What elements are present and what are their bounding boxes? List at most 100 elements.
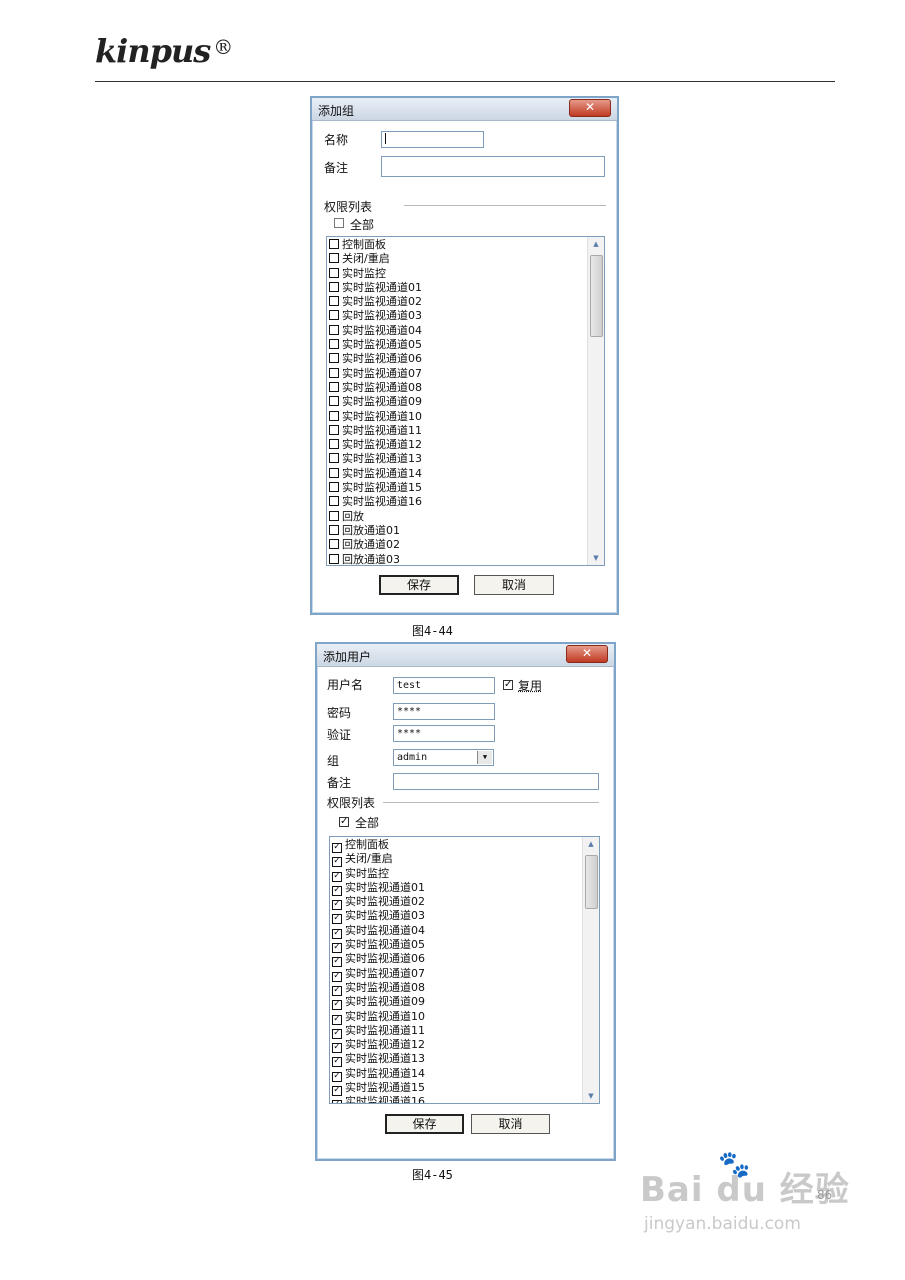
close-button[interactable]: ✕ — [566, 645, 608, 663]
permission-item[interactable]: ✓ 关闭/重启 — [332, 852, 581, 868]
note-input[interactable] — [381, 156, 605, 177]
scroll-down-icon[interactable]: ▼ — [583, 1089, 599, 1103]
permission-item[interactable]: 回放通道03 — [329, 553, 586, 565]
checkbox-icon[interactable] — [329, 239, 339, 249]
permission-item[interactable]: 实时监视通道05 — [329, 338, 586, 352]
permission-item[interactable]: ✓ 实时监视通道06 — [332, 952, 581, 968]
scroll-thumb[interactable] — [590, 255, 603, 337]
checkbox-icon[interactable] — [329, 267, 339, 278]
permission-list[interactable]: 控制面板 关闭/重启 实时监控 实时监视通道01 实时监视通道02 实时监视通道03 实时监… — [326, 236, 605, 566]
checkbox-icon[interactable] — [329, 467, 339, 478]
cancel-button[interactable]: 取消 — [471, 1114, 550, 1134]
checkbox-icon[interactable] — [329, 396, 339, 407]
checkbox-icon[interactable] — [329, 482, 339, 493]
permission-item[interactable]: ✓ 实时监视通道10 — [332, 1010, 581, 1025]
checkbox-icon[interactable] — [329, 510, 339, 521]
permission-item[interactable]: ✓ 实时监视通道12 — [332, 1038, 581, 1054]
permission-item[interactable]: ✓ 实时监视通道11 — [332, 1024, 581, 1039]
permission-item[interactable]: 实时监视通道15 — [329, 481, 586, 495]
permission-item[interactable]: 实时监视通道03 — [329, 309, 586, 323]
permission-item[interactable]: ✓ 实时监控 — [332, 867, 581, 882]
permission-item[interactable]: 实时监视通道14 — [329, 467, 586, 481]
permission-item[interactable]: ✓ 实时监视通道13 — [332, 1052, 581, 1068]
checkbox-icon[interactable] — [329, 553, 339, 564]
checkbox-icon[interactable] — [329, 539, 339, 550]
separator-line — [383, 802, 599, 804]
permission-item[interactable]: ✓ 实时监视通道05 — [332, 938, 581, 954]
permission-item[interactable]: ✓ 实时监视通道09 — [332, 995, 581, 1011]
permission-item[interactable]: 控制面板 — [329, 238, 586, 252]
checkbox-icon[interactable] — [329, 367, 339, 378]
permission-item[interactable]: 回放 — [329, 510, 586, 524]
checkbox-icon[interactable] — [329, 253, 339, 264]
permission-item[interactable]: 实时监视通道12 — [329, 438, 586, 452]
checkbox-icon[interactable] — [329, 453, 339, 464]
close-button[interactable]: ✕ — [569, 99, 611, 117]
note-input[interactable] — [393, 773, 599, 790]
permission-item[interactable]: ✓ 实时监视通道01 — [332, 881, 581, 896]
chevron-down-icon[interactable]: ▼ — [477, 751, 492, 764]
checkbox-icon[interactable] — [329, 381, 339, 392]
checkbox-icon[interactable] — [329, 439, 339, 450]
checkbox-icon[interactable] — [329, 339, 339, 350]
permission-item[interactable]: ✓ 控制面板 — [332, 838, 581, 853]
permission-item[interactable]: 实时监视通道13 — [329, 452, 586, 466]
title-bar[interactable]: 添加组 ✕ — [312, 98, 617, 121]
checkbox-icon[interactable] — [329, 296, 339, 307]
permission-item[interactable]: ✓ 实时监视通道03 — [332, 909, 581, 925]
save-button[interactable]: 保存 — [379, 575, 459, 595]
permission-item[interactable]: 实时监视通道10 — [329, 410, 586, 424]
permission-item[interactable]: 实时监控 — [329, 267, 586, 281]
permission-item[interactable]: ✓ 实时监视通道04 — [332, 924, 581, 939]
permission-item[interactable]: ✓ 实时监视通道02 — [332, 895, 581, 911]
permission-item[interactable]: ✓ 实时监视通道14 — [332, 1067, 581, 1082]
permission-item[interactable]: 回放通道01 — [329, 524, 586, 538]
select-all-checkbox[interactable]: ✓ — [339, 817, 349, 827]
checkbox-icon[interactable] — [329, 324, 339, 335]
save-button[interactable]: 保存 — [385, 1114, 464, 1134]
username-input[interactable]: test — [393, 677, 495, 694]
password-input[interactable]: **** — [393, 703, 495, 720]
scroll-up-icon[interactable]: ▲ — [588, 237, 604, 251]
permission-item[interactable]: 实时监视通道04 — [329, 324, 586, 338]
permission-item[interactable]: ✓实时监视通道16 — [332, 1095, 581, 1103]
checkbox-icon[interactable] — [329, 496, 339, 507]
permission-item[interactable]: 实时监视通道09 — [329, 395, 586, 409]
cancel-button[interactable]: 取消 — [474, 575, 554, 595]
checkbox-icon[interactable] — [329, 410, 339, 421]
permission-item[interactable]: ✓ 实时监视通道08 — [332, 981, 581, 996]
permission-item[interactable]: 实时监视通道06 — [329, 352, 586, 366]
title-bar[interactable]: 添加用户 ✕ — [317, 644, 614, 667]
permission-item[interactable]: 关闭/重启 — [329, 252, 586, 266]
permission-item[interactable]: 实时监视通道07 — [329, 367, 586, 381]
permission-item[interactable]: 实时监视通道16 — [329, 495, 586, 509]
scroll-thumb[interactable] — [585, 855, 598, 909]
figure-caption-4-45: 图4-45 — [412, 1168, 453, 1182]
permission-item[interactable]: 实时监视通道01 — [329, 281, 586, 295]
list-scrollbar[interactable]: ▲ ▼ — [587, 237, 604, 565]
checkbox-icon[interactable] — [329, 524, 339, 535]
permission-list[interactable]: ✓ 控制面板 ✓ 关闭/重启 ✓ 实时监控 ✓ 实时监视通道01 ✓ 实时监视通道02 ✓ 实时监视通… — [329, 836, 600, 1104]
checkbox-icon[interactable] — [329, 281, 339, 292]
group-select[interactable]: admin ▼ — [393, 749, 494, 766]
reuse-checkbox[interactable]: ✓ — [503, 680, 513, 690]
permission-item-label: 实时监视通道10 — [342, 409, 422, 423]
checked-checkbox-icon[interactable]: ✓ — [332, 1100, 342, 1103]
permission-item[interactable]: ✓ 实时监视通道07 — [332, 967, 581, 982]
scroll-up-icon[interactable]: ▲ — [583, 837, 599, 851]
permission-item[interactable]: 实时监视通道08 — [329, 381, 586, 395]
checkbox-icon[interactable] — [329, 353, 339, 364]
permission-item[interactable]: 实时监视通道02 — [329, 295, 586, 309]
verify-password-input[interactable]: **** — [393, 725, 495, 742]
permission-item[interactable]: 回放通道02 — [329, 538, 586, 552]
list-scrollbar[interactable]: ▲ ▼ — [582, 837, 599, 1103]
name-input[interactable] — [381, 131, 484, 148]
checkbox-icon[interactable] — [329, 424, 339, 435]
checkbox-icon[interactable] — [329, 310, 339, 321]
scroll-down-icon[interactable]: ▼ — [588, 551, 604, 565]
permission-item-label: 回放通道02 — [342, 538, 400, 552]
permission-item[interactable]: ✓ 实时监视通道15 — [332, 1081, 581, 1097]
permission-item[interactable]: 实时监视通道11 — [329, 424, 586, 438]
permission-list-label: 权限列表 — [327, 796, 376, 810]
select-all-checkbox[interactable] — [334, 218, 344, 228]
